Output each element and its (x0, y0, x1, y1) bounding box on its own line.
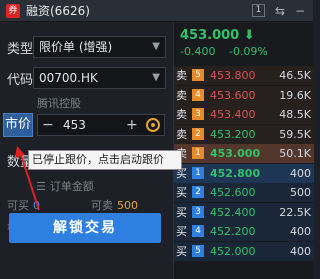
ask-level-row[interactable]: 卖 5 453.800 46.5K (174, 66, 314, 85)
price-input[interactable]: 453 (63, 115, 86, 135)
level-badge: 3 (192, 205, 204, 218)
price-stepper[interactable]: − 453 + (37, 114, 165, 136)
level-price: 453.400 (210, 108, 256, 121)
decrease-price-button[interactable]: − (42, 115, 54, 135)
level-price: 452.600 (210, 186, 256, 199)
bid-level-row[interactable]: 买 1 452.800 400 (174, 163, 314, 183)
level-volume: 22.5K (279, 205, 311, 219)
level-price: 453.600 (210, 88, 256, 102)
level-volume: 400 (290, 225, 311, 238)
level-price: 453.200 (210, 127, 256, 141)
bid-level-row[interactable]: 买 3 452.400 22.5K (174, 202, 314, 222)
quote-panel: 453.000 ⬇ -0.400 -0.09% 卖 5 453.800 46.5K 卖 4… (173, 23, 314, 279)
level-badge: 4 (192, 225, 204, 237)
price-change: -0.400 -0.09% (180, 45, 268, 58)
bid-level-row[interactable]: 买 4 452.200 400 (174, 222, 314, 241)
order-form: 类型 限价单 (增强) ▼ 代码 00700.HK ▼ 腾讯控股 市价 − 45… (0, 23, 182, 279)
change-value: -0.400 (180, 45, 216, 58)
can-sell-value: 500 (117, 199, 138, 212)
level-price: 452.400 (210, 205, 256, 219)
ask-level-row[interactable]: 卖 4 453.600 19.6K (174, 85, 314, 105)
last-price-value: 453.000 (180, 28, 240, 43)
level-volume: 48.5K (279, 108, 311, 121)
level-badge: 5 (192, 244, 204, 257)
level-badge: 2 (192, 127, 204, 140)
market-price-button[interactable]: 市价 (3, 113, 33, 137)
bid-level-row[interactable]: 买 5 452.000 400 (174, 241, 314, 261)
level-volume: 400 (290, 244, 311, 258)
stock-name: 腾讯控股 (37, 97, 81, 110)
level-badge: 1 (192, 147, 204, 159)
list-icon: ☰ (36, 180, 46, 193)
side-label: 卖 (176, 127, 187, 141)
settings-icon[interactable]: ⇆ (272, 3, 288, 19)
cash-buy-label: 可买 (7, 199, 29, 212)
code-label: 代码 (7, 73, 34, 88)
level-volume: 46.5K (279, 69, 311, 82)
side-label: 买 (176, 225, 187, 238)
level-volume: 50.1K (279, 147, 311, 160)
title-bar: 券 融资(6626) 1 ⇆ − (0, 0, 313, 22)
follow-price-target-icon[interactable] (146, 118, 160, 132)
side-label: 卖 (176, 108, 187, 121)
ask-level-row[interactable]: 卖 2 453.200 59.5K (174, 124, 314, 144)
stock-code-value: 00700.HK (39, 71, 98, 85)
level-badge: 4 (192, 88, 204, 101)
bid-level-row[interactable]: 买 2 452.600 500 (174, 183, 314, 202)
can-sell-row: 可卖 500 (91, 197, 138, 213)
window-number-badge[interactable]: 1 (252, 4, 265, 17)
change-percent: -0.09% (228, 45, 268, 58)
level-badge: 3 (192, 108, 204, 120)
order-type-select[interactable]: 限价单 (增强) ▼ (33, 36, 166, 58)
level-badge: 5 (192, 69, 204, 81)
order-amount-text: 订单金额 (49, 180, 94, 193)
order-amount-label: ☰ 订单金额 (36, 178, 94, 194)
app-logo-icon: 券 (6, 3, 20, 18)
level-price: 453.800 (210, 69, 256, 82)
order-type-label: 类型 (7, 42, 34, 57)
level-volume: 59.5K (279, 127, 311, 141)
level-price: 452.000 (210, 244, 256, 258)
ask-level-row[interactable]: 卖 3 453.400 48.5K (174, 105, 314, 124)
level-volume: 500 (290, 186, 311, 199)
minimize-icon[interactable]: − (292, 3, 308, 19)
cash-buy-value: 0 (33, 199, 40, 212)
level-price: 452.800 (210, 166, 261, 180)
ask-level-row[interactable]: 卖1453.00050.1K (174, 144, 314, 163)
level-volume: 19.6K (279, 88, 311, 102)
chevron-down-icon: ▼ (152, 41, 160, 52)
level-badge: 1 (192, 166, 204, 179)
arrow-down-icon: ⬇ (243, 28, 255, 43)
can-sell-label: 可卖 (91, 199, 113, 212)
level-volume: 400 (290, 166, 311, 180)
side-label: 买 (176, 186, 187, 199)
increase-price-button[interactable]: + (126, 115, 138, 135)
side-label: 买 (176, 205, 187, 219)
level-price: 452.200 (210, 225, 256, 238)
last-price: 453.000 ⬇ (180, 28, 255, 43)
level-badge: 2 (192, 186, 204, 198)
follow-price-tooltip: 已停止跟价，点击启动跟价 (28, 150, 182, 170)
side-label: 卖 (176, 88, 187, 102)
chevron-down-icon: ▼ (152, 72, 160, 83)
side-label: 买 (176, 244, 187, 258)
unlock-trading-button[interactable]: 解锁交易 (9, 213, 161, 243)
side-label: 卖 (176, 69, 187, 82)
level-price: 453.000 (210, 147, 261, 160)
stock-code-select[interactable]: 00700.HK ▼ (33, 67, 166, 89)
order-type-value: 限价单 (增强) (39, 40, 113, 54)
window-title: 融资(6626) (26, 4, 90, 18)
cash-buy-row: 可买 0 (7, 197, 40, 213)
